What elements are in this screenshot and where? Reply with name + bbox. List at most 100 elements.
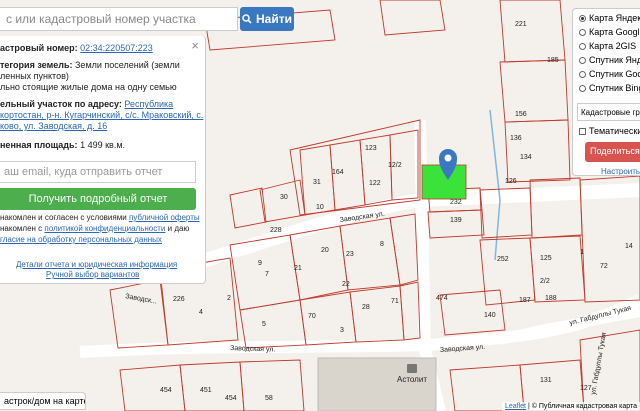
parcel-number: 451 — [200, 387, 212, 394]
find-button[interactable]: Найти — [240, 7, 294, 31]
cadastral-row: астровый номер: 02:34:220507:223 — [0, 43, 153, 53]
layer-label: Карта Яндекс — [589, 13, 640, 23]
consent-privacy: накомлен с политикой конфиденциальности … — [0, 224, 189, 234]
consent-text: накомлен с — [0, 224, 43, 233]
address-link-line2[interactable]: кортостан, р-н. Кугарчинский, с/с. Мрако… — [0, 110, 203, 120]
layers-panel: Карта Яндекс Карта Google Карта 2GIS Спу… — [572, 8, 640, 176]
manual-select-link[interactable]: Ручной выбор вариантов — [46, 270, 139, 279]
details-link[interactable]: Детали отчета и юридическая информация — [16, 260, 177, 269]
parcel-number: 232 — [450, 199, 462, 206]
parcel-number: 21 — [294, 265, 302, 272]
parcel-number: 71 — [391, 298, 399, 305]
consent-text: и даю — [167, 224, 190, 233]
category-line2: ленных пунктов) — [0, 71, 69, 81]
consent-text: накомлен и согласен с условиями — [0, 213, 127, 222]
area-value: 1 499 кв.м. — [80, 140, 126, 150]
parcel-number: 187 — [519, 297, 531, 304]
parcel-number: 139 — [450, 217, 462, 224]
parcel-number: 2 — [227, 295, 231, 302]
parcel-number: 30 — [280, 194, 288, 201]
leaflet-link[interactable]: Leaflet — [505, 403, 526, 410]
parcel-number: 2/2 — [540, 278, 550, 285]
poi-label: Астолит — [397, 375, 427, 384]
radio-icon[interactable] — [579, 84, 586, 92]
category-label: тегория земель: — [0, 60, 73, 70]
thematic-toggle[interactable]: Тематические — [579, 126, 640, 136]
parcel-number: 8 — [380, 241, 384, 248]
address-link[interactable]: Республика — [124, 99, 173, 109]
radio-icon[interactable] — [579, 56, 586, 64]
share-button[interactable]: Поделиться ссылкой — [585, 142, 640, 162]
parcel-number: 14 — [625, 243, 633, 250]
layer-label: Спутник Google — [589, 69, 640, 79]
parcel-number: 123 — [365, 145, 377, 152]
parcel-number: 221 — [515, 21, 527, 28]
area-row: ненная площадь: 1 499 кв.м. — [0, 140, 125, 150]
layer-yandex-sat[interactable]: Спутник Яндекс — [579, 55, 640, 65]
parcel-number: 134 — [520, 154, 532, 161]
personal-data-link[interactable]: гласие на обработку персональных данных — [0, 235, 162, 244]
cadastral-link[interactable]: 02:34:220507:223 — [80, 43, 153, 53]
search-placeholder: с или кадастровый номер участка — [6, 12, 196, 26]
attribution: Leaflet | © Публичная кадастровая карта — [501, 402, 640, 411]
layer-label: Карта Google — [589, 27, 640, 37]
parcel-number: 4 — [199, 309, 203, 316]
checkbox-icon[interactable] — [579, 127, 586, 135]
setup-map-link[interactable]: Настроить карту — [601, 167, 640, 175]
layer-google-sat[interactable]: Спутник Google — [579, 69, 640, 79]
parcel-number: 12/2 — [388, 162, 402, 169]
radio-icon[interactable] — [579, 14, 586, 22]
category-row: тегория земель: Земли поселений (земли — [0, 60, 180, 70]
close-icon[interactable]: × — [191, 38, 199, 53]
address-label: ельный участок по адресу: — [0, 99, 122, 109]
parcel-number: 185 — [547, 57, 559, 64]
thematic-label: Тематические — [589, 126, 640, 136]
layer-label: Спутник Яндекс — [589, 55, 640, 65]
radio-icon[interactable] — [579, 28, 586, 36]
find-button-label: Найти — [256, 12, 292, 26]
search-input[interactable]: с или кадастровый номер участка — [0, 7, 238, 31]
parcel-number: 72 — [600, 263, 608, 270]
address-row: ельный участок по адресу: Республика — [0, 99, 173, 109]
parcel-number: 22 — [342, 281, 350, 288]
parcel-number: 23 — [346, 251, 354, 258]
parcel-number: 140 — [484, 312, 496, 319]
kadastr-select[interactable]: Кадастровые границы — [577, 103, 640, 121]
parcel-number: 122 — [369, 180, 381, 187]
parcel-number: 5 — [262, 321, 266, 328]
search-icon — [242, 14, 252, 24]
parcel-info-panel: × астровый номер: 02:34:220507:223 тегор… — [0, 36, 206, 284]
parcel-number: 3 — [340, 327, 344, 334]
parcel-number: 164 — [332, 169, 344, 176]
parcel-number: 136 — [510, 135, 522, 142]
layer-google-map[interactable]: Карта Google — [579, 27, 640, 37]
parcel-number: 188 — [545, 295, 557, 302]
parcel-number: 7 — [265, 271, 269, 278]
radio-icon[interactable] — [579, 70, 586, 78]
email-field[interactable]: аш email, куда отправить отчет — [0, 161, 196, 183]
parcel-number: 9 — [258, 260, 262, 267]
parcel-number: 1 — [580, 249, 584, 256]
privacy-link[interactable]: политикой конфиденциальности — [44, 224, 165, 233]
attribution-provider: © Публичная кадастровая карта — [531, 403, 637, 410]
usage-line: льно стоящие жилые дома на одну семью — [0, 82, 177, 92]
layer-yandex-map[interactable]: Карта Яндекс — [579, 13, 640, 23]
layer-2gis-map[interactable]: Карта 2GIS — [579, 41, 636, 51]
radio-icon[interactable] — [579, 42, 586, 50]
category-value: Земли поселений (земли — [75, 60, 180, 70]
cadastral-label: астровый номер: — [0, 43, 78, 53]
offer-link[interactable]: публичной оферты — [129, 213, 200, 222]
parcel-number: 454 — [225, 395, 237, 402]
parcel-number: 20 — [321, 247, 329, 254]
attribution-sep: | — [527, 403, 530, 410]
area-label: ненная площадь: — [0, 140, 78, 150]
layer-bing-sat[interactable]: Спутник Bing — [579, 83, 640, 93]
email-placeholder: аш email, куда отправить отчет — [4, 166, 163, 178]
parcel-number: 10 — [316, 204, 324, 211]
parcel-number: 31 — [313, 179, 321, 186]
parcel-number: 226 — [173, 296, 185, 303]
get-report-button[interactable]: Получить подробный отчет — [0, 188, 196, 210]
address-link-line3[interactable]: ково, ул. Заводская, д. 16 — [0, 121, 107, 131]
not-on-map-button[interactable]: астрок/дом на карте? — [0, 392, 86, 410]
parcel-number: 58 — [265, 395, 273, 402]
